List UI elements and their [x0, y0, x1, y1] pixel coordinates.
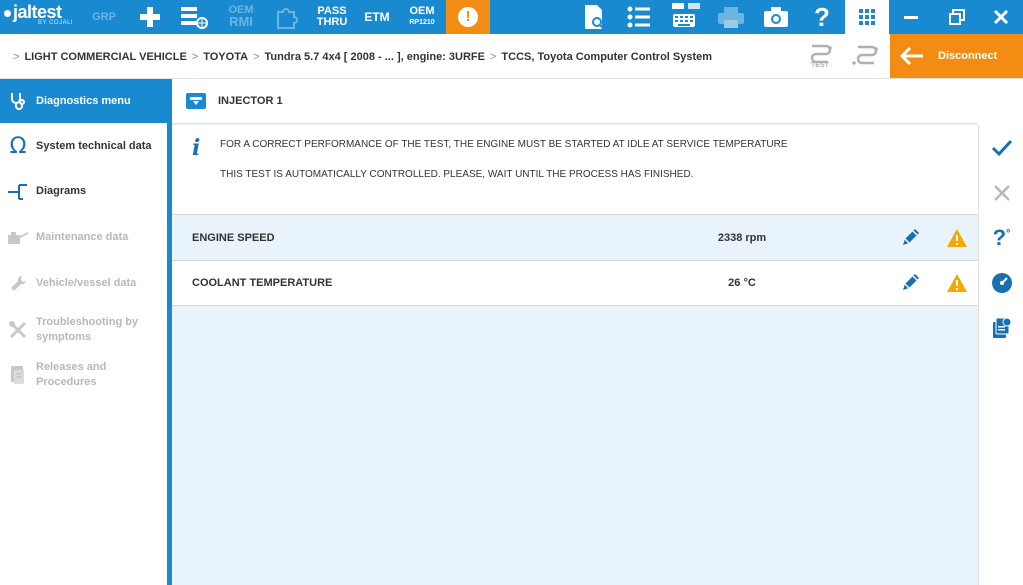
injector-icon	[186, 93, 206, 109]
breadcrumb-item[interactable]: LIGHT COMMERCIAL VEHICLE	[24, 51, 186, 63]
checkmark-icon[interactable]	[979, 125, 1023, 170]
sidebar-item-vehicle-vessel-data[interactable]: Vehicle/vessel data	[0, 261, 167, 306]
oem-rmi-button[interactable]: OEM RMI	[222, 0, 260, 34]
main-panel: INJECTOR 1 i FOR A CORRECT PERFORMANCE O…	[172, 79, 978, 585]
page-title: INJECTOR 1	[218, 95, 283, 107]
sidebar: Diagnostics menu Ω System technical data…	[0, 79, 172, 585]
oem-rp1210-button[interactable]: OEM RP1210	[403, 0, 441, 34]
parameter-name: COOLANT TEMPERATURE	[192, 277, 333, 289]
document-settings-icon[interactable]	[979, 305, 1023, 350]
gauge-icon[interactable]	[979, 260, 1023, 305]
grid-icon[interactable]	[845, 0, 889, 34]
close-icon[interactable]	[979, 0, 1023, 34]
pass-thru-button[interactable]: PASS THRU	[312, 0, 352, 34]
keyboard-icon[interactable]	[666, 0, 706, 34]
breadcrumb-item[interactable]: TCCS, Toyota Computer Control System	[501, 51, 712, 63]
jaltest-logo: jaltest BY COJALI	[0, 0, 80, 34]
info-message: i FOR A CORRECT PERFORMANCE OF THE TEST,…	[172, 125, 978, 215]
warning-icon[interactable]	[946, 228, 968, 253]
sidebar-item-troubleshooting[interactable]: Troubleshooting by symptoms	[0, 307, 167, 352]
action-bar: ? °	[978, 125, 1023, 585]
etm-button[interactable]: ETM	[360, 0, 394, 34]
breadcrumb-item[interactable]: Tundra 5.7 4x4 [ 2008 - ... ], engine: 3…	[265, 51, 485, 63]
sidebar-item-maintenance-data[interactable]: Maintenance data	[0, 215, 167, 260]
parameter-value: 2338 rpm	[717, 232, 767, 244]
warning-icon[interactable]	[946, 273, 968, 298]
diagnostics-icon	[0, 91, 36, 111]
panel-header: INJECTOR 1	[172, 79, 978, 124]
arrow-left-icon	[900, 46, 923, 66]
breadcrumb-item[interactable]: TOYOTA	[203, 51, 248, 63]
test-icon[interactable]: TEST	[806, 42, 836, 72]
releases-icon	[0, 364, 36, 386]
sidebar-item-diagrams[interactable]: Diagrams	[0, 169, 167, 214]
sidebar-item-releases-procedures[interactable]: Releases and Procedures	[0, 352, 167, 397]
sidebar-item-system-technical-data[interactable]: Ω System technical data	[0, 124, 167, 169]
info-icon: i	[192, 135, 201, 161]
cancel-icon[interactable]	[979, 170, 1023, 215]
breadcrumb: > LIGHT COMMERCIAL VEHICLE > TOYOTA > Tu…	[13, 50, 713, 63]
help-settings-icon[interactable]: ? °	[979, 215, 1023, 260]
omega-icon: Ω	[9, 134, 27, 159]
logo-text: jaltest	[13, 2, 62, 22]
alert-icon: !	[458, 7, 478, 27]
info-line-1: FOR A CORRECT PERFORMANCE OF THE TEST, T…	[220, 139, 788, 150]
sidebar-item-diagnostics-menu[interactable]: Diagnostics menu	[0, 79, 167, 123]
connection-icon[interactable]	[850, 42, 880, 72]
disconnect-button[interactable]: Disconnect	[890, 34, 1023, 78]
diagram-icon	[0, 182, 36, 202]
parameter-value: 26 °C	[728, 277, 756, 289]
plus-icon[interactable]	[134, 0, 166, 34]
pencil-icon[interactable]	[900, 273, 922, 298]
minimize-icon[interactable]	[889, 0, 933, 34]
document-search-icon[interactable]	[577, 0, 611, 34]
logo-subtitle: BY COJALI	[38, 20, 74, 26]
help-icon[interactable]: ?	[806, 0, 838, 34]
parameter-row-engine-speed: ENGINE SPEED 2338 rpm	[172, 216, 978, 261]
camera-icon[interactable]	[758, 0, 794, 34]
restore-icon[interactable]	[935, 0, 979, 34]
puzzle-icon[interactable]	[270, 0, 302, 34]
pencil-icon[interactable]	[900, 228, 922, 253]
test-label: TEST	[811, 62, 829, 69]
wrench-icon	[0, 274, 36, 294]
list-icon[interactable]	[622, 0, 656, 34]
settings-network-icon[interactable]	[177, 0, 211, 34]
tools-icon	[0, 320, 36, 340]
alert-button[interactable]: !	[446, 0, 490, 34]
oil-can-icon	[0, 230, 36, 246]
grp-button[interactable]: GRP	[88, 0, 120, 34]
top-toolbar: jaltest BY COJALI GRP OEM RMI PASS THRU ET…	[0, 0, 1023, 34]
parameter-row-coolant-temperature: COOLANT TEMPERATURE 26 °C	[172, 261, 978, 306]
info-line-2: THIS TEST IS AUTOMATICALLY CONTROLLED. P…	[220, 169, 694, 180]
app-window: jaltest BY COJALI GRP OEM RMI PASS THRU ET…	[0, 0, 1023, 585]
printer-icon[interactable]	[712, 0, 750, 34]
parameter-name: ENGINE SPEED	[192, 232, 275, 244]
